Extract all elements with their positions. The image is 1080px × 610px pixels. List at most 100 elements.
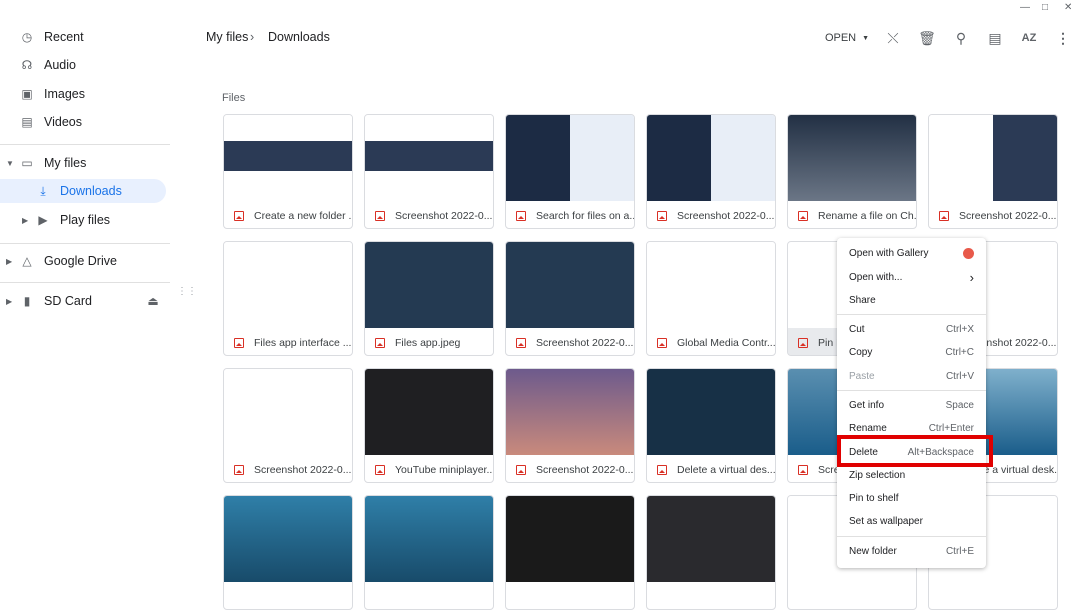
image-file-icon bbox=[234, 464, 244, 475]
chevron-right-icon: › bbox=[969, 269, 974, 285]
file-caption: Screenshot 2022-0... bbox=[506, 328, 634, 355]
file-name: Create a new folder ... bbox=[254, 209, 353, 222]
file-card[interactable]: Screenshot 2022-0... bbox=[223, 368, 353, 483]
file-card[interactable] bbox=[505, 495, 635, 610]
file-card[interactable]: Files app interface ... bbox=[223, 241, 353, 356]
breadcrumb-current[interactable]: Downloads bbox=[268, 30, 330, 44]
image-file-icon bbox=[657, 464, 667, 475]
menu-item-paste[interactable]: Paste Ctrl+V bbox=[837, 365, 986, 387]
open-button[interactable]: OPEN ▼ bbox=[824, 28, 870, 48]
menu-item-zip-selection[interactable]: Zip selection bbox=[837, 464, 986, 486]
expand-right-icon[interactable]: ▶ bbox=[6, 257, 12, 266]
file-card[interactable]: Screenshot 2022-0... bbox=[646, 114, 776, 229]
eject-icon[interactable]: ⏏ bbox=[146, 294, 160, 308]
file-caption: Screenshot 2022-0... bbox=[224, 455, 352, 482]
divider bbox=[0, 144, 170, 145]
file-name: Screenshot 2022-0... bbox=[536, 463, 634, 476]
file-caption: YouTube miniplayer... bbox=[365, 455, 493, 482]
image-file-icon bbox=[516, 464, 526, 475]
shortcut-label: Ctrl+Enter bbox=[928, 422, 974, 434]
delete-icon[interactable]: 🗑 bbox=[917, 28, 937, 48]
file-card[interactable] bbox=[646, 495, 776, 610]
menu-item-new-folder[interactable]: New folder Ctrl+E bbox=[837, 540, 986, 562]
image-file-icon bbox=[375, 210, 385, 221]
play-store-icon: ▶ bbox=[38, 213, 48, 227]
sidebar-item-audio[interactable]: ☊ Audio bbox=[0, 53, 166, 77]
sidebar-item-label: Images bbox=[44, 87, 85, 101]
sidebar-item-downloads[interactable]: ⤓ Downloads bbox=[0, 179, 166, 203]
file-thumbnail bbox=[224, 369, 352, 455]
sidebar-item-label: My files bbox=[44, 156, 87, 170]
file-card[interactable]: Delete a virtual des... bbox=[646, 368, 776, 483]
menu-separator bbox=[837, 390, 986, 391]
file-caption: Global Media Contr... bbox=[647, 328, 776, 355]
expand-right-icon[interactable]: ▶ bbox=[22, 216, 28, 225]
toolbar: My files › Downloads OPEN ▼ ⤬ 🗑 ⚲ ▤ AZ ⋮ bbox=[200, 0, 1080, 70]
file-card[interactable]: Search for files on a... bbox=[505, 114, 635, 229]
file-card[interactable]: Global Media Contr... bbox=[646, 241, 776, 356]
file-card[interactable] bbox=[364, 495, 494, 610]
file-thumbnail bbox=[365, 115, 493, 201]
file-thumbnail bbox=[506, 369, 634, 455]
file-name: Global Media Contr... bbox=[677, 336, 776, 349]
sidebar-item-label: Recent bbox=[44, 30, 84, 44]
sidebar-item-sd-card[interactable]: ▶ ▮ SD Card ⏏ bbox=[0, 289, 166, 313]
menu-item-label: New folder bbox=[849, 545, 897, 557]
menu-item-share[interactable]: Share bbox=[837, 289, 986, 311]
file-card[interactable]: Screenshot 2022-0... bbox=[505, 241, 635, 356]
expand-right-icon[interactable]: ▶ bbox=[6, 297, 12, 306]
sidebar-item-google-drive[interactable]: ▶ △ Google Drive bbox=[0, 249, 166, 273]
file-card[interactable]: Screenshot 2022-0... bbox=[364, 114, 494, 229]
image-file-icon bbox=[234, 210, 244, 221]
file-card[interactable]: Create a new folder ... bbox=[223, 114, 353, 229]
more-icon[interactable]: ⋮ bbox=[1053, 28, 1073, 48]
file-caption: Rename a file on Ch... bbox=[788, 201, 916, 228]
sidebar-item-videos[interactable]: ▤ Videos bbox=[0, 110, 166, 134]
file-card[interactable]: YouTube miniplayer... bbox=[364, 368, 494, 483]
menu-item-open-with[interactable]: Open with... › bbox=[837, 266, 986, 288]
file-caption: Files app interface ... bbox=[224, 328, 352, 355]
menu-item-pin-to-shelf[interactable]: Pin to shelf bbox=[837, 487, 986, 509]
file-name: Files app interface ... bbox=[254, 336, 352, 349]
file-thumbnail bbox=[647, 242, 775, 328]
menu-item-open-with-gallery[interactable]: Open with Gallery bbox=[837, 242, 986, 264]
sidebar-item-recent[interactable]: ◷ Recent bbox=[0, 25, 166, 49]
menu-item-label: Cut bbox=[849, 323, 865, 335]
sidebar-item-label: SD Card bbox=[44, 294, 92, 308]
menu-separator bbox=[837, 536, 986, 537]
menu-item-cut[interactable]: Cut Ctrl+X bbox=[837, 318, 986, 340]
sidebar-item-my-files[interactable]: ▼ ▭ My files bbox=[0, 151, 166, 175]
image-file-icon bbox=[798, 464, 808, 475]
file-card[interactable]: Files app.jpeg bbox=[364, 241, 494, 356]
breadcrumb-root[interactable]: My files bbox=[206, 30, 248, 44]
caret-down-icon: ▼ bbox=[862, 34, 870, 42]
list-view-icon[interactable]: ▤ bbox=[985, 28, 1005, 48]
file-card[interactable]: Screenshot 2022-0... bbox=[505, 368, 635, 483]
image-file-icon bbox=[939, 210, 949, 221]
file-card[interactable]: Screenshot 2022-0... bbox=[928, 114, 1058, 229]
resize-handle[interactable]: ⋮⋮ bbox=[177, 286, 197, 297]
shortcut-label: Ctrl+V bbox=[945, 370, 974, 382]
shortcut-label: Ctrl+X bbox=[945, 323, 974, 335]
file-card[interactable]: Rename a file on Ch... bbox=[787, 114, 917, 229]
expand-down-icon[interactable]: ▼ bbox=[6, 159, 14, 168]
sidebar-item-play-files[interactable]: ▶ ▶ Play files bbox=[0, 208, 166, 232]
menu-item-get-info[interactable]: Get info Space bbox=[837, 394, 986, 416]
divider bbox=[0, 243, 170, 244]
sidebar-item-images[interactable]: ▣ Images bbox=[0, 82, 166, 106]
file-thumbnail bbox=[365, 496, 493, 582]
clock-icon: ◷ bbox=[21, 30, 33, 44]
open-label: OPEN bbox=[824, 32, 857, 44]
search-icon[interactable]: ⚲ bbox=[951, 28, 971, 48]
file-caption: Search for files on a... bbox=[506, 201, 634, 228]
file-card[interactable] bbox=[223, 495, 353, 610]
share-icon[interactable]: ⤬ bbox=[883, 28, 903, 48]
menu-item-copy[interactable]: Copy Ctrl+C bbox=[837, 341, 986, 363]
shortcut-label: Ctrl+E bbox=[945, 545, 974, 557]
menu-item-set-as-wallpaper[interactable]: Set as wallpaper bbox=[837, 510, 986, 532]
menu-item-label: Pin to shelf bbox=[849, 492, 899, 504]
menu-item-label: Get info bbox=[849, 399, 885, 411]
file-name: Screenshot 2022-0... bbox=[677, 209, 775, 222]
download-icon: ⤓ bbox=[40, 183, 46, 198]
sort-icon[interactable]: AZ bbox=[1019, 28, 1039, 48]
